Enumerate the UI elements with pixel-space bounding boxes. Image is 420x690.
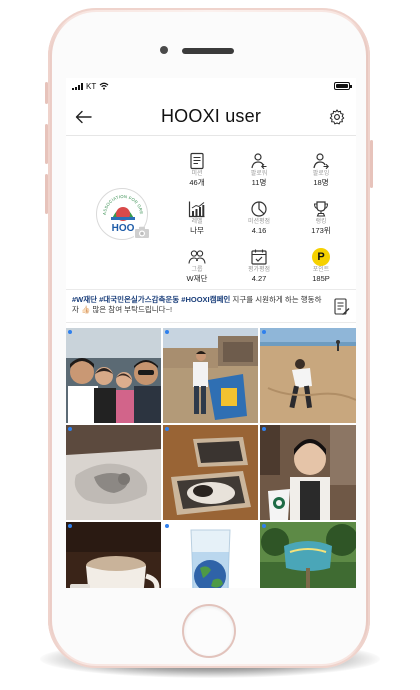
stat-value: 나무 <box>190 226 204 235</box>
stat-value: 4.27 <box>251 274 267 283</box>
carrier-label: KT <box>86 81 97 91</box>
stat-label: 미션평점 <box>247 219 271 225</box>
new-post-dot <box>165 427 169 431</box>
stat-value: 18명 <box>313 178 329 187</box>
level-chart-icon <box>188 201 205 218</box>
volume-down-button <box>45 174 48 214</box>
stat-value: 46개 <box>189 178 205 187</box>
bio-hashtags[interactable]: #W재단 #대국민온실가스감축운동 #HOOXI캠페인 <box>72 295 230 304</box>
stat-value: 4.16 <box>251 226 267 235</box>
stat-value: 173위 <box>311 226 331 235</box>
post-thumbnail[interactable] <box>163 522 258 588</box>
pie-chart-icon <box>251 201 267 217</box>
post-thumbnail[interactable] <box>66 328 161 423</box>
new-post-dot <box>68 427 72 431</box>
power-button <box>370 140 373 188</box>
earth-in-glass-photo <box>163 522 258 588</box>
calendar-icon <box>251 249 267 265</box>
edit-note-icon[interactable] <box>334 298 350 316</box>
beach-recycling-bin-photo <box>163 328 258 423</box>
beach-walk-photo <box>260 328 356 423</box>
stats-grid: 미션 46개 팔로워 11명 팔로잉 18명 레벨 나무 미션평점 4.16 랭… <box>166 152 352 290</box>
post-thumbnail[interactable] <box>260 328 356 423</box>
battery-icon <box>334 82 352 90</box>
follower-icon <box>251 153 267 170</box>
stat-ranking[interactable]: 랭킹 173위 <box>290 200 352 242</box>
stat-value: 11명 <box>251 178 267 187</box>
front-camera <box>160 46 168 54</box>
home-button[interactable] <box>182 604 236 658</box>
cat-in-box-photo <box>163 425 258 520</box>
signal-icon <box>72 82 83 90</box>
stat-followers[interactable]: 팔로워 11명 <box>228 152 290 194</box>
stat-points[interactable]: P 포인트 185P <box>290 248 352 290</box>
volume-up-button <box>45 124 48 164</box>
sleeping-cat-photo <box>66 425 161 520</box>
eco-sign-garden-photo <box>260 522 356 588</box>
stat-label: 팔로잉 <box>312 171 330 177</box>
earpiece-speaker <box>182 48 234 54</box>
stat-value: W재단 <box>186 274 208 283</box>
mute-switch <box>45 82 48 104</box>
post-grid <box>66 328 356 588</box>
post-thumbnail[interactable] <box>260 522 356 588</box>
post-thumbnail[interactable] <box>163 328 258 423</box>
post-thumbnail[interactable] <box>66 522 161 588</box>
gear-icon[interactable] <box>328 108 346 126</box>
list-icon <box>190 152 204 170</box>
stat-mission-rating[interactable]: 미션평점 4.16 <box>228 200 290 242</box>
group-icon <box>188 250 206 264</box>
profile-section: ASSOCIATION FOR GREEN EARTH HOO 미션 46개 팔… <box>66 138 356 288</box>
header-bar: HOOXI user <box>66 98 356 136</box>
selfie-group-photo <box>66 328 161 423</box>
new-post-dot <box>68 524 72 528</box>
stat-group[interactable]: 그룹 W재단 <box>166 248 228 290</box>
stat-label: 평가평점 <box>247 267 271 273</box>
starbucks-tumbler-photo <box>260 425 356 520</box>
new-post-dot <box>165 524 169 528</box>
trophy-icon <box>313 201 329 217</box>
status-bar: KT <box>66 78 356 94</box>
stat-label: 랭킹 <box>315 219 327 225</box>
new-post-dot <box>68 330 72 334</box>
stat-missions[interactable]: 미션 46개 <box>166 152 228 194</box>
stat-value: 185P <box>312 274 330 283</box>
page-title: HOOXI user <box>160 106 262 126</box>
point-coin-icon: P <box>312 248 330 266</box>
new-post-dot <box>262 330 266 334</box>
stat-eval-rating[interactable]: 평가평점 4.27 <box>228 248 290 290</box>
new-post-dot <box>262 427 266 431</box>
post-thumbnail[interactable] <box>163 425 258 520</box>
stat-label: 레벨 <box>191 219 203 225</box>
stat-label: 팔로워 <box>250 171 268 177</box>
stat-following[interactable]: 팔로잉 18명 <box>290 152 352 194</box>
back-arrow-icon[interactable] <box>74 107 94 127</box>
following-icon <box>313 153 329 170</box>
app-screen: KT HOOXI user ASSOCIATION FOR GREEN EART… <box>66 78 356 588</box>
new-post-dot <box>262 524 266 528</box>
stat-label: 포인트 <box>312 267 330 273</box>
new-post-dot <box>165 330 169 334</box>
wifi-icon <box>99 82 109 90</box>
profile-bio: #W재단 #대국민온실가스감축운동 #HOOXI캠페인 지구를 시원하게 하는 … <box>66 289 356 323</box>
post-thumbnail[interactable] <box>66 425 161 520</box>
svg-text:HOO: HOO <box>112 223 135 234</box>
stat-level[interactable]: 레벨 나무 <box>166 200 228 242</box>
stat-label: 미션 <box>191 171 203 177</box>
stat-label: 그룹 <box>191 267 203 273</box>
post-thumbnail[interactable] <box>260 425 356 520</box>
coffee-mug-photo <box>66 522 161 588</box>
camera-icon[interactable] <box>134 226 150 239</box>
